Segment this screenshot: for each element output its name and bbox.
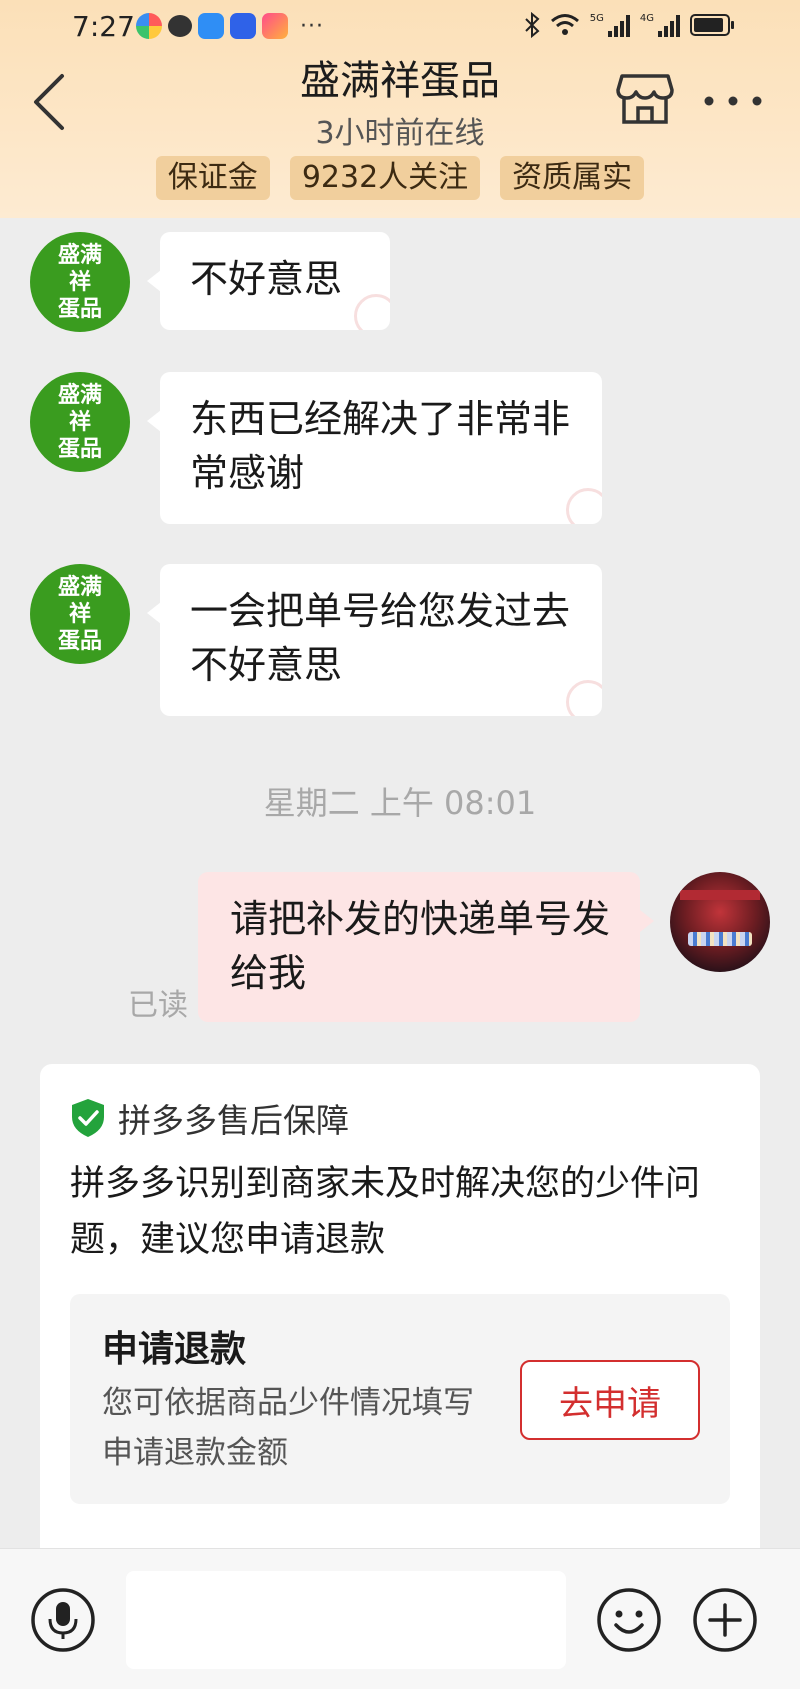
user-avatar[interactable]	[670, 872, 770, 972]
message-text: 一会把单号给您发过去不好意思	[190, 589, 571, 687]
video-app-icon	[262, 13, 288, 39]
wifi-icon	[550, 14, 579, 35]
plus-icon[interactable]	[692, 1587, 758, 1653]
online-status: 3小时前在线	[315, 116, 485, 151]
apply-refund-button[interactable]: 去申请	[520, 1360, 700, 1440]
message-text: 不好意思	[190, 257, 343, 301]
message-text: 请把补发的快递单号发给我	[230, 897, 611, 995]
message-bubble[interactable]: 不好意思	[160, 232, 390, 330]
read-receipt: 已读	[128, 988, 188, 1023]
badge-followers[interactable]: 9232人关注	[289, 156, 481, 200]
card-header: 拼多多售后保障	[70, 1094, 349, 1142]
watermark-icon	[566, 488, 602, 524]
signal-4g-icon: 4G	[640, 13, 680, 37]
message-bubble[interactable]: 东西已经解决了非常非常感谢	[160, 372, 602, 524]
merchant-avatar[interactable]: 盛满祥 蛋品	[30, 372, 130, 472]
bubble-pointer	[640, 910, 654, 932]
baidu-icon	[230, 13, 256, 39]
avatar-text: 蛋品	[57, 436, 102, 462]
refund-section: 申请退款 您可依据商品少件情况填写申请退款金额 去申请	[70, 1294, 730, 1504]
message-input[interactable]	[126, 1571, 566, 1669]
badge-qualification[interactable]: 资质属实	[500, 156, 645, 200]
avatar-text: 盛满祥	[57, 242, 102, 295]
voice-icon[interactable]	[30, 1587, 96, 1653]
card-body: 拼多多识别到商家未及时解决您的少件问题，建议您申请退款	[70, 1164, 701, 1260]
system-icons: 5G 4G	[524, 12, 734, 38]
my-message-bubble[interactable]: 请把补发的快递单号发给我	[198, 872, 640, 1022]
emoji-icon[interactable]	[596, 1587, 662, 1653]
signal-5g-icon: 5G	[590, 13, 630, 37]
watermark-icon	[566, 680, 602, 716]
status-time: 7:27	[72, 10, 135, 43]
watermark-icon	[354, 294, 390, 330]
avatar-text: 蛋品	[57, 628, 102, 654]
store-icon[interactable]	[616, 72, 674, 126]
avatar-text: 盛满祥	[57, 574, 102, 627]
refund-description: 您可依据商品少件情况填写申请退款金额	[102, 1385, 474, 1471]
bubble-pointer	[147, 602, 161, 624]
avatar-text: 蛋品	[57, 296, 102, 322]
refund-title: 申请退款	[102, 1329, 247, 1370]
message-bubble[interactable]: 一会把单号给您发过去不好意思	[160, 564, 602, 716]
avatar-text: 盛满祥	[57, 382, 102, 435]
card-title: 拼多多售后保障	[118, 1101, 349, 1140]
shop-badges: 保证金 9232人关注 资质属实	[0, 156, 800, 200]
bubble-pointer	[147, 270, 161, 292]
shop-name[interactable]: 盛满祥蛋品	[0, 48, 800, 106]
chat-header: 7:27 ··· 5G 4G 盛满祥蛋品 3小时前在线 保证金 9232人关注	[0, 0, 800, 218]
status-bar: 7:27 ··· 5G 4G	[0, 0, 800, 52]
merchant-avatar[interactable]: 盛满祥 蛋品	[30, 232, 130, 332]
bluetooth-icon	[525, 12, 540, 38]
network-4g-label: 4G	[639, 13, 654, 24]
more-notifications-icon: ···	[300, 13, 324, 39]
message-timestamp: 星期二 上午 08:01	[263, 784, 537, 822]
weather-icon	[198, 13, 224, 39]
battery-icon	[690, 14, 734, 36]
wechat-icon	[168, 15, 192, 37]
more-dots-icon[interactable]	[702, 94, 764, 108]
input-bar	[0, 1548, 800, 1689]
shield-check-icon	[72, 1099, 104, 1137]
message-text: 东西已经解决了非常非常感谢	[190, 397, 571, 495]
bubble-pointer	[147, 410, 161, 432]
app-notification-icon	[136, 13, 162, 39]
notification-icons: ···	[136, 13, 324, 39]
after-sale-card: 拼多多售后保障 拼多多识别到商家未及时解决您的少件问题，建议您申请退款 申请退款…	[40, 1064, 760, 1564]
network-5g-label: 5G	[589, 13, 604, 24]
merchant-avatar[interactable]: 盛满祥 蛋品	[30, 564, 130, 664]
badge-deposit[interactable]: 保证金	[155, 156, 270, 200]
